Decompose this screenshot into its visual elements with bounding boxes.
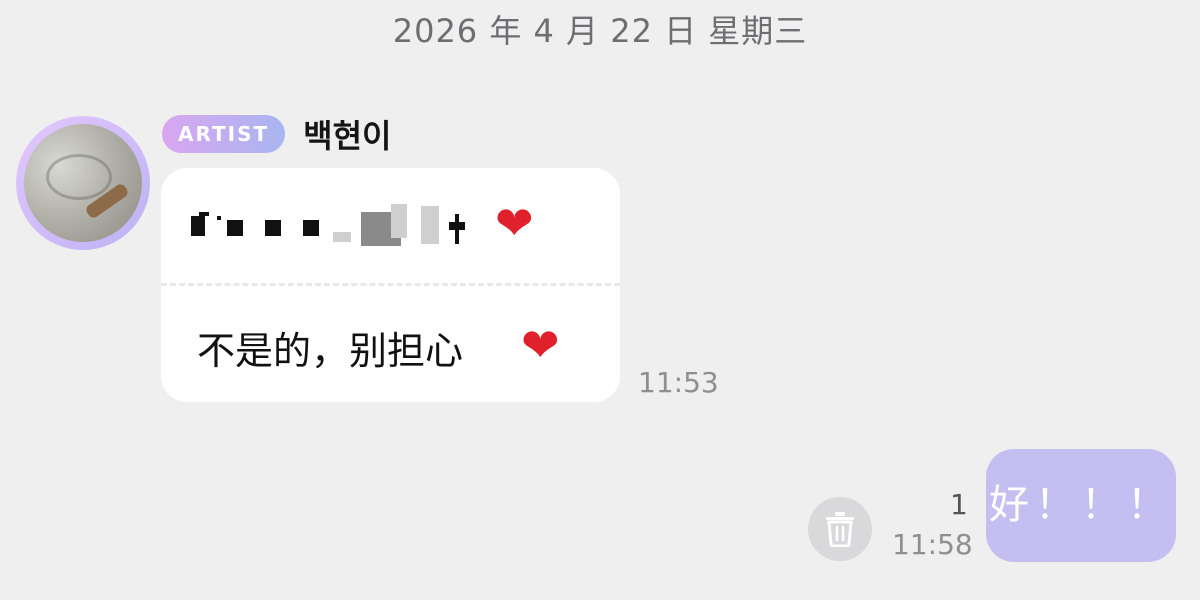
avatar-photo xyxy=(24,124,142,242)
outgoing-timestamp: 11:58 xyxy=(892,528,973,561)
outgoing-message-text: 好！！！ xyxy=(989,482,1173,528)
unread-count: 1 xyxy=(950,488,968,521)
translation-text: 不是的，别担心 xyxy=(197,329,464,373)
avatar[interactable] xyxy=(16,116,150,250)
heart-icon: ❤ xyxy=(495,196,534,250)
trash-icon xyxy=(826,512,854,547)
date-divider: 2026 年 4 月 22 日 星期三 xyxy=(392,12,808,50)
artist-badge: ARTIST xyxy=(162,115,286,153)
original-message: ❤ xyxy=(161,168,620,283)
outgoing-message-bubble[interactable]: 好！！！ xyxy=(986,449,1176,562)
incoming-message-bubble[interactable]: ❤ 不是的，别担心 ❤ xyxy=(161,168,620,402)
translated-message: 不是的，别担心 ❤ xyxy=(161,286,620,402)
heart-icon: ❤ xyxy=(521,318,560,372)
incoming-timestamp: 11:53 xyxy=(638,366,719,399)
sender-name: 백현이 xyxy=(303,117,392,155)
delete-button[interactable] xyxy=(808,497,872,561)
sender-header: ARTIST 백현이 xyxy=(162,114,392,155)
redacted-text xyxy=(191,204,521,248)
